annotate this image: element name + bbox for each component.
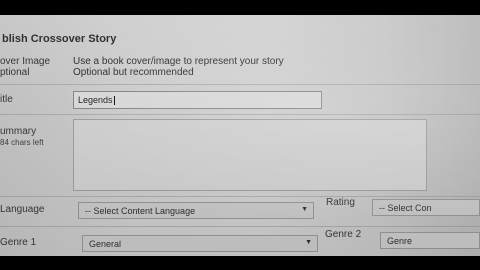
genre2-select[interactable]: Genre (380, 232, 480, 249)
language-select[interactable]: -- Select Content Language ▼ (78, 202, 314, 219)
story-title-input[interactable]: Legends (73, 91, 322, 109)
genre2-selected: Genre (387, 236, 413, 246)
language-label: Language (0, 204, 45, 215)
letterbox-bottom (0, 256, 480, 270)
rating-select[interactable]: -- Select Con (372, 199, 480, 216)
chevron-down-icon: ▼ (301, 206, 308, 213)
genre1-select[interactable]: General ▼ (82, 235, 318, 252)
text-cursor-icon (113, 96, 115, 106)
form-title: blish Crossover Story (2, 33, 117, 45)
cover-image-help-line1: Use a book cover/image to represent your… (73, 56, 284, 67)
language-selected: -- Select Content Language (85, 206, 196, 216)
genre1-selected: General (89, 239, 122, 249)
chevron-down-icon: ▼ (305, 239, 312, 246)
rating-selected: -- Select Con (379, 203, 432, 213)
row-divider (0, 114, 480, 115)
letterbox-top (0, 0, 480, 15)
title-label: itle (0, 94, 13, 105)
rating-label: Rating (326, 197, 355, 208)
cover-image-help-line2: Optional but recommended (73, 67, 194, 78)
cover-image-help: Use a book cover/image to represent your… (73, 56, 284, 78)
summary-chars-left: 84 chars left (0, 138, 44, 147)
row-divider (0, 226, 480, 227)
row-divider (0, 196, 480, 197)
genre1-label: Genre 1 (0, 237, 37, 248)
genre2-label: Genre 2 (325, 229, 362, 240)
cover-image-optional-label: ptional (0, 67, 30, 78)
story-title-value: Legends (78, 95, 113, 105)
cover-image-label: over Image (0, 56, 51, 67)
row-divider (0, 84, 480, 85)
summary-label: ummary (0, 126, 37, 137)
summary-textarea[interactable] (73, 119, 427, 191)
